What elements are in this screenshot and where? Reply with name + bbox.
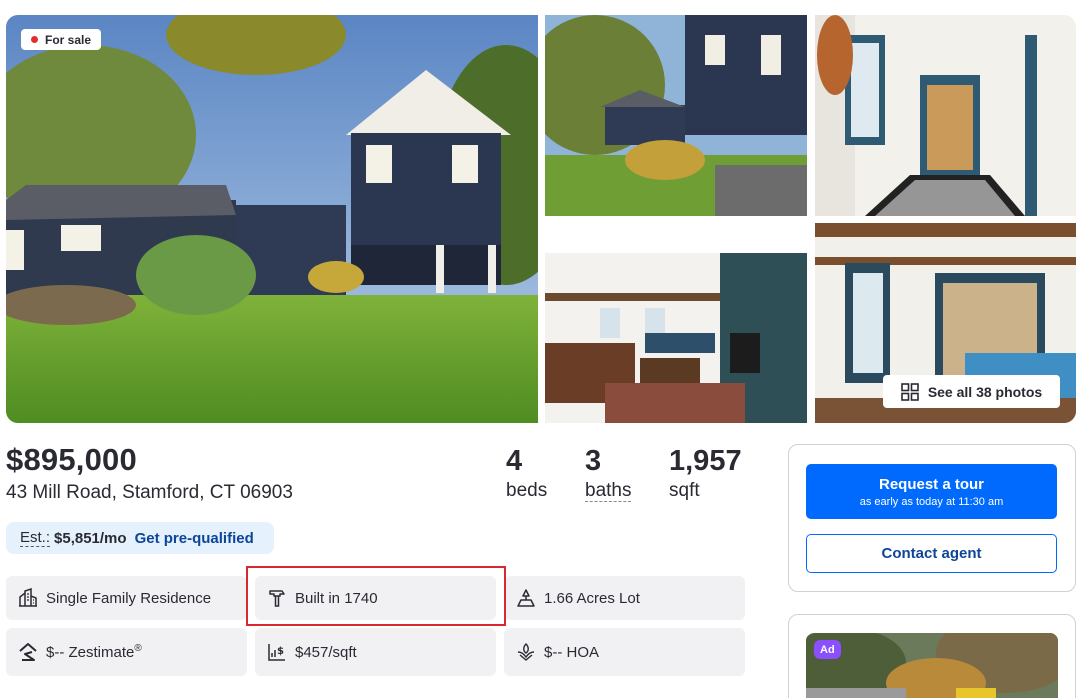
photo-thumbnail-exterior[interactable] — [545, 15, 807, 216]
photo-thumbnail-hallway[interactable] — [815, 15, 1076, 216]
photo-thumbnail-living-room[interactable] — [545, 223, 807, 423]
request-tour-subtext: as early as today at 11:30 am — [859, 495, 1004, 508]
sqft-value: 1,957 — [669, 445, 742, 477]
monthly-estimate: Est.: $5,851/mo Get pre-qualified — [6, 522, 274, 554]
get-prequalified-link[interactable]: Get pre-qualified — [135, 530, 254, 547]
contact-agent-button[interactable]: Contact agent — [806, 534, 1057, 573]
registered-mark: ® — [134, 643, 142, 654]
zestimate-label: $-- Zestimate® — [46, 643, 142, 661]
price-per-sqft-label: $457/sqft — [295, 643, 357, 661]
fact-year-built: Built in 1740 — [255, 576, 496, 620]
for-sale-badge: For sale — [21, 29, 102, 50]
hammer-icon — [269, 590, 285, 607]
baths-label[interactable]: baths — [585, 480, 632, 502]
fact-hoa: $-- HOA — [504, 628, 745, 676]
for-sale-label: For sale — [45, 32, 92, 47]
estimate-label[interactable]: Est.: — [20, 529, 51, 547]
baths-value: 3 — [585, 445, 602, 477]
ad-badge: Ad — [814, 640, 841, 659]
fact-lot-size: 1.66 Acres Lot — [504, 576, 745, 620]
see-all-photos-label: See all 38 photos — [927, 383, 1043, 400]
request-tour-button[interactable]: Request a tour as early as today at 11:3… — [806, 464, 1057, 519]
fact-zestimate[interactable]: $-- Zestimate® — [6, 628, 247, 676]
fact-home-type: Single Family Residence — [6, 576, 247, 620]
status-dot-icon — [31, 36, 38, 43]
main-photo[interactable] — [6, 15, 538, 423]
year-built-label: Built in 1740 — [295, 589, 378, 607]
home-type-label: Single Family Residence — [46, 589, 212, 607]
beds-stat: 4 beds — [506, 444, 547, 504]
baths-stat[interactable]: 3 baths — [585, 444, 632, 504]
price-per-sqft-icon: $ — [268, 644, 285, 661]
sqft-label: sqft — [669, 480, 700, 501]
request-tour-label: Request a tour — [878, 475, 984, 493]
estimate-value: $5,851/mo — [54, 529, 127, 547]
fact-price-per-sqft: $ $457/sqft — [255, 628, 496, 676]
grid-icon — [901, 382, 919, 401]
beds-value: 4 — [506, 445, 523, 477]
listing-address: 43 Mill Road, Stamford, CT 06903 — [6, 482, 293, 503]
svg-text:$: $ — [277, 646, 284, 657]
lot-icon — [517, 589, 535, 607]
hoa-label: $-- HOA — [544, 643, 600, 661]
listing-price: $895,000 — [6, 442, 137, 477]
zestimate-icon — [19, 643, 37, 661]
sqft-stat: 1,957 sqft — [669, 444, 742, 504]
ad-image[interactable] — [806, 633, 1058, 698]
lot-size-label: 1.66 Acres Lot — [544, 589, 640, 607]
beds-label: beds — [506, 480, 548, 501]
hoa-icon — [517, 643, 535, 661]
home-type-icon — [19, 588, 37, 607]
see-all-photos-button[interactable]: See all 38 photos — [883, 375, 1060, 408]
